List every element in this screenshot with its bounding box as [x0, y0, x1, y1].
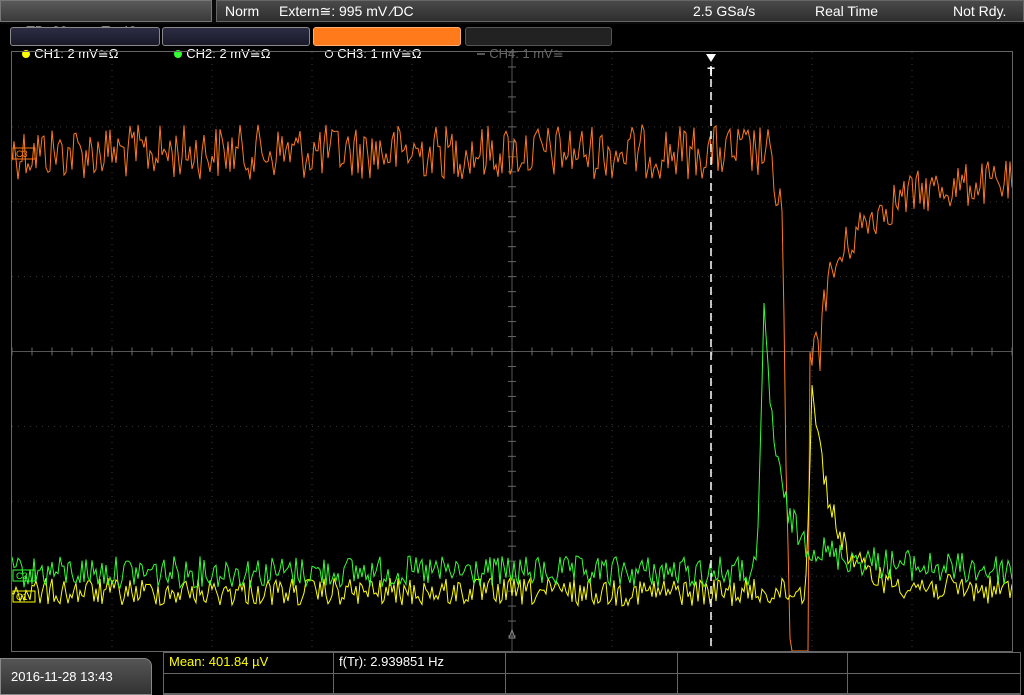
measurement-slot [848, 674, 1020, 694]
channel-tab-ch4[interactable]: CH4: 1 mV≅ [465, 27, 612, 61]
sample-rate: 2.5 GSa/s [693, 3, 756, 19]
trigger-mode: Norm [225, 3, 260, 19]
ch1-offset-marker[interactable]: C1 [12, 590, 36, 603]
trigger-position-icon[interactable] [706, 54, 716, 62]
status-text: Not Rdy. [953, 3, 1007, 19]
ch3-offset-marker[interactable]: C3 [12, 147, 36, 160]
ch3-marker-label: C3 [16, 149, 28, 159]
waveform-display[interactable]: T C3 C2 C1 [11, 51, 1013, 652]
measurement-slot [164, 674, 334, 694]
ch2-marker-label: C2 [16, 571, 28, 581]
measurement-slot [848, 653, 1020, 674]
mean-measurement: Mean: 401.84 µV [164, 653, 334, 674]
measurement-slot [506, 674, 678, 694]
measurement-slot [334, 674, 506, 694]
trigger-source: Extern≅: 995 mV ⁄DC [279, 3, 414, 19]
measurement-slot [678, 653, 848, 674]
timebase-box[interactable]: TB: 20 ns T: -40 ns [0, 0, 212, 39]
datetime: 2016-11-28 13:43 [11, 669, 113, 684]
top-bar: TB: 20 ns T: -40 ns Norm Extern≅: 995 mV… [0, 0, 1024, 39]
frequency-measurement: f(Tr): 2.939851 Hz [334, 653, 506, 674]
channel-tab-ch1[interactable]: CH1: 2 mV≅Ω [10, 27, 160, 61]
acquisition-mode: Real Time [815, 3, 879, 19]
channel-tab-ch3[interactable]: CH3: 1 mV≅Ω [313, 27, 461, 61]
trigger-bar[interactable]: Norm Extern≅: 995 mV ⁄DC 2.5 GSa/s Real … [216, 0, 1024, 22]
trigger-marker-label: T [707, 65, 715, 79]
measurement-slot [678, 674, 848, 694]
measurement-panel[interactable]: Mean: 401.84 µV f(Tr): 2.939851 Hz [163, 652, 1021, 695]
channel-tab-ch2[interactable]: CH2: 2 mV≅Ω [162, 27, 310, 61]
waveform-canvas: T C3 C2 C1 [12, 52, 1012, 651]
measurement-slot [506, 653, 678, 674]
date-time-box: 2016-11-28 13:43 [0, 658, 152, 695]
ch1-marker-label: C1 [16, 592, 28, 602]
